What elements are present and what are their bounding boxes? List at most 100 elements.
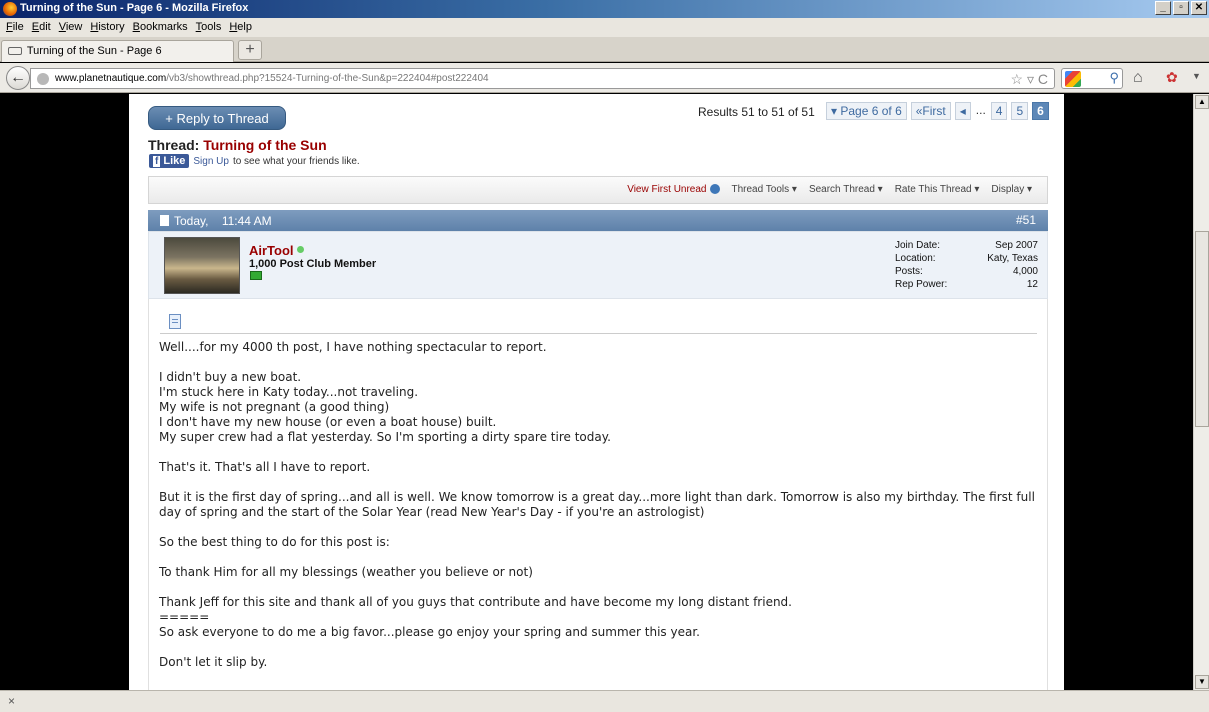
post-paragraph: That's it. That's all I have to report.	[159, 460, 371, 474]
post-header: Today, 11:44 AM #51	[148, 210, 1048, 231]
post-date-day: Today,	[174, 214, 209, 228]
avatar[interactable]	[164, 237, 240, 294]
vertical-scrollbar[interactable]: ▲ ▼	[1193, 94, 1209, 690]
user-title: 1,000 Post Club Member	[249, 258, 377, 270]
menu-bar: File Edit View History Bookmarks Tools H…	[0, 18, 1209, 37]
view-first-unread-link[interactable]: View First Unread	[627, 184, 720, 195]
facebook-icon: f	[153, 156, 161, 167]
menu-bookmarks[interactable]: Bookmarks	[131, 18, 194, 37]
site-identity-icon[interactable]	[37, 73, 49, 85]
results-count: Results 51 to 51 of 51	[698, 105, 815, 119]
display-menu[interactable]: Display ▾	[991, 184, 1032, 195]
facebook-signup-link[interactable]: Sign Up	[193, 156, 229, 167]
thread-toolbar: View First Unread Thread Tools ▾ Search …	[148, 176, 1048, 204]
reputation-icon	[250, 271, 262, 280]
post-paragraph: So the best thing to do for this post is…	[159, 535, 390, 549]
thread-tools-menu[interactable]: Thread Tools ▾	[732, 184, 797, 195]
page-link-5[interactable]: 5	[1011, 102, 1029, 120]
post-time: 11:44 AM	[221, 214, 272, 228]
post-document-icon	[169, 314, 181, 329]
post-message: Well....for my 4000 th post, I have noth…	[159, 340, 1039, 670]
stat-label: Join Date:	[895, 240, 941, 251]
post-paragraph: But it is the first day of spring...and …	[159, 490, 1039, 519]
search-icon[interactable]: ⚲	[1109, 70, 1119, 86]
navigation-toolbar: www.planetnautique.com/vb3/showthread.ph…	[0, 63, 1209, 93]
page-viewport: + Reply to Thread Results 51 to 51 of 51…	[0, 94, 1193, 690]
stat-label: Posts:	[895, 266, 923, 277]
post-number-link[interactable]: #51	[1016, 213, 1036, 227]
menu-tools[interactable]: Tools	[194, 18, 228, 37]
thread-title-name: Turning of the Sun	[203, 137, 327, 153]
url-path: /vb3/showthread.php?15524-Turning-of-the…	[166, 73, 489, 84]
menu-file[interactable]: File	[4, 18, 30, 37]
search-bar[interactable]: ⚲	[1061, 68, 1123, 89]
home-icon[interactable]: ⌂	[1133, 69, 1143, 87]
post-paragraph: Well....for my 4000 th post, I have noth…	[159, 340, 547, 354]
arrow-circle-icon	[709, 184, 720, 195]
first-page-link[interactable]: «First	[910, 102, 951, 120]
facebook-like-row: f Like Sign Up to see what your friends l…	[149, 154, 360, 168]
back-button[interactable]: ←	[6, 66, 30, 90]
post-paragraph: Don't let it slip by.	[159, 655, 268, 669]
addon-icon[interactable]: ✿	[1166, 69, 1178, 86]
forum-page: + Reply to Thread Results 51 to 51 of 51…	[129, 94, 1064, 690]
thread-title: Thread: Turning of the Sun	[148, 137, 327, 153]
menu-history[interactable]: History	[88, 18, 130, 37]
close-icon[interactable]: ×	[8, 694, 15, 708]
thread-title-prefix: Thread:	[148, 137, 200, 153]
stat-value: 4,000	[1012, 266, 1038, 277]
maximize-button[interactable]: ▫	[1173, 1, 1189, 15]
facebook-like-text: to see what your friends like.	[232, 155, 360, 167]
tab-bar: Turning of the Sun - Page 6 +	[0, 37, 1209, 62]
bookmark-star-icon[interactable]: ☆ ▿ C	[1011, 71, 1048, 88]
view-first-unread-label: View First Unread	[627, 184, 707, 195]
menu-edit[interactable]: Edit	[30, 18, 57, 37]
page-link-4[interactable]: 4	[990, 102, 1008, 120]
minimize-button[interactable]: _	[1155, 1, 1171, 15]
chevron-down-icon[interactable]: ▼	[1192, 71, 1201, 81]
new-tab-button[interactable]: +	[238, 40, 262, 60]
prev-page-link[interactable]: ◂	[954, 102, 971, 120]
user-info-panel: AirTool 1,000 Post Club Member Join Date…	[148, 231, 1048, 299]
window-controls: _ ▫ ✕	[1155, 1, 1207, 15]
post-paragraph: I didn't buy a new boat. I'm stuck here …	[159, 370, 611, 444]
tab-label: Turning of the Sun - Page 6	[26, 45, 162, 57]
facebook-like-button[interactable]: f Like	[149, 154, 190, 168]
stat-row: Location: Katy, Texas	[895, 252, 1038, 265]
username-link[interactable]: AirTool	[249, 243, 304, 258]
reply-to-thread-button[interactable]: + Reply to Thread	[148, 106, 286, 130]
page-ellipsis: ...	[975, 103, 986, 117]
google-search-engine-icon[interactable]	[1065, 71, 1081, 87]
search-thread-menu[interactable]: Search Thread ▾	[809, 184, 883, 195]
stat-value: 12	[1026, 279, 1038, 290]
tab-current[interactable]: Turning of the Sun - Page 6	[1, 40, 234, 62]
rate-thread-menu[interactable]: Rate This Thread ▾	[895, 184, 980, 195]
user-stats: Join Date: Sep 2007 Location: Katy, Texas …	[895, 239, 1038, 291]
stat-label: Rep Power:	[895, 279, 948, 290]
page-navigation: ▾ Page 6 of 6 «First ◂ ... 4 5 6	[826, 102, 1049, 120]
post-paragraph: Thank Jeff for this site and thank all o…	[159, 595, 792, 639]
site-favicon-icon	[8, 47, 22, 56]
url-bar[interactable]: www.planetnautique.com/vb3/showthread.ph…	[30, 68, 1055, 89]
scroll-up-arrow-icon[interactable]: ▲	[1195, 95, 1209, 109]
url-text: www.planetnautique.com/vb3/showthread.ph…	[55, 73, 489, 84]
scroll-down-arrow-icon[interactable]: ▼	[1195, 675, 1209, 689]
firefox-logo-icon	[3, 2, 17, 16]
stat-label: Location:	[895, 253, 936, 264]
menu-help[interactable]: Help	[227, 18, 258, 37]
menu-view[interactable]: View	[57, 18, 89, 37]
online-status-icon	[296, 246, 304, 253]
stat-row: Join Date: Sep 2007	[895, 239, 1038, 252]
post-date: Today, 11:44 AM	[160, 214, 272, 228]
username: AirTool	[249, 243, 294, 258]
url-domain: www.planetnautique.com	[55, 73, 167, 84]
stat-value: Sep 2007	[995, 240, 1038, 251]
scrollbar-thumb[interactable]	[1195, 231, 1209, 427]
divider	[160, 333, 1037, 334]
document-icon	[160, 215, 169, 226]
window-title: Turning of the Sun - Page 6 - Mozilla Fi…	[20, 2, 249, 14]
close-window-button[interactable]: ✕	[1191, 1, 1207, 15]
page-dropdown[interactable]: ▾ Page 6 of 6	[826, 102, 907, 120]
page-current-6: 6	[1032, 102, 1049, 120]
facebook-like-label: Like	[163, 155, 186, 167]
